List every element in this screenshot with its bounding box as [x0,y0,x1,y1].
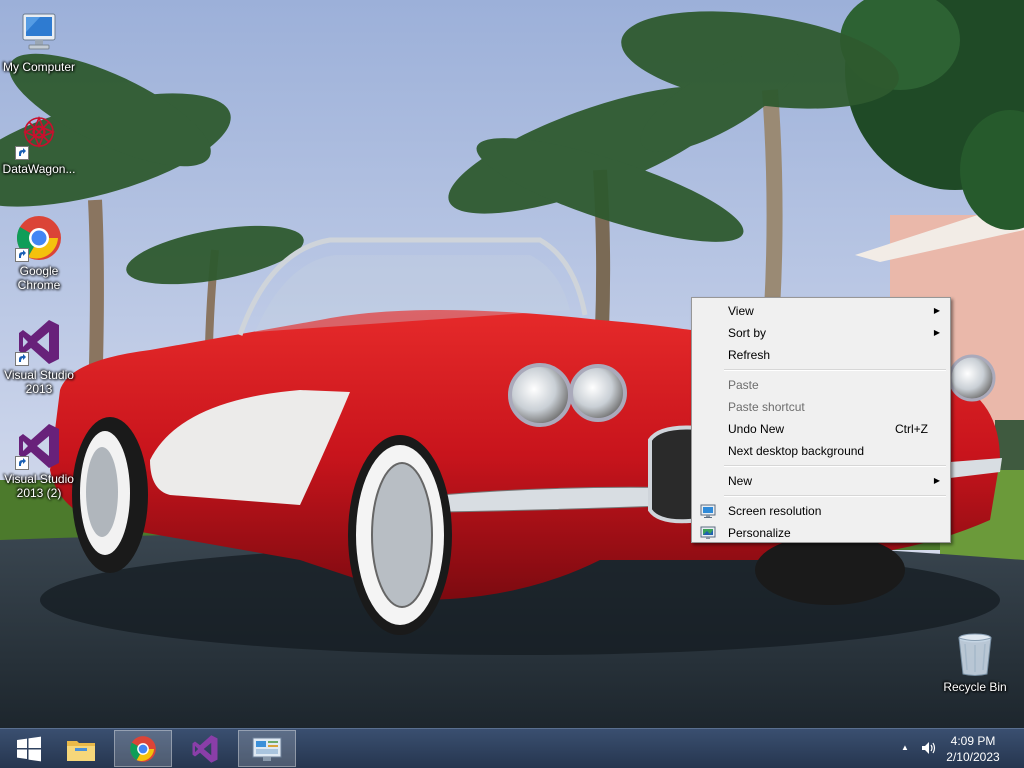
menu-item-personalize[interactable]: Personalize [694,522,948,544]
menu-item-label: Sort by [728,326,767,340]
show-hidden-icons-button[interactable]: ▲ [901,743,909,752]
submenu-arrow-icon: ▶ [933,476,940,485]
clock-time: 4:09 PM [950,734,996,748]
start-button[interactable] [0,730,58,767]
desktop-icon-label: Visual Studio 2013 [4,368,74,396]
datawagon-icon [15,112,63,160]
recycle-bin-icon [951,630,999,678]
start-icon [17,736,41,761]
computer-icon [15,10,63,58]
taskbar-google-chrome[interactable] [114,730,172,767]
menu-item-label: Paste [728,378,759,392]
menu-item-label: Screen resolution [728,504,822,518]
desktop-icon-label: Recycle Bin [943,680,1007,694]
control-panel-icon [252,737,282,761]
shortcut-arrow-icon [15,456,29,470]
desktop-icon-google-chrome[interactable]: Google Chrome [0,214,78,292]
visual-studio-icon [192,734,218,763]
visual-studio-icon [15,422,63,470]
desktop-icon-visual-studio-2013[interactable]: Visual Studio 2013 [0,318,78,396]
volume-icon[interactable] [920,740,938,759]
chrome-icon [15,214,63,262]
taskbar-file-explorer[interactable] [52,730,110,767]
menu-item-label: New [728,474,753,488]
desktop-icon-label: My Computer [2,60,76,74]
menu-separator [724,369,946,371]
taskbar-clock[interactable]: 4:09 PM 2/10/2023 [938,733,1008,765]
desktop-icon-visual-studio-2013-2[interactable]: Visual Studio 2013 (2) [0,422,78,500]
screen-resolution-icon [700,503,716,519]
menu-item-refresh[interactable]: Refresh [694,344,948,366]
taskbar-visual-studio[interactable] [176,730,234,767]
menu-separator [724,495,946,497]
desktop-icon-label: DataWagon... [2,162,76,176]
submenu-arrow-icon: ▶ [933,328,940,337]
taskbar-control-panel[interactable] [238,730,296,767]
menu-item-undo-new[interactable]: Undo New Ctrl+Z [694,418,948,440]
file-explorer-icon [67,740,95,761]
menu-item-new[interactable]: New ▶ [694,470,948,492]
desktop-icon-my-computer[interactable]: My Computer [0,10,78,74]
menu-item-view[interactable]: View ▶ [694,300,948,322]
desktop-context-menu: View ▶ Sort by ▶ Refresh Paste Paste sho… [691,297,951,543]
menu-item-paste: Paste [694,374,948,396]
menu-separator [724,465,946,467]
submenu-arrow-icon: ▶ [933,306,940,315]
desktop-icon-label: Google Chrome [17,264,61,292]
shortcut-arrow-icon [15,146,29,160]
visual-studio-icon [15,318,63,366]
desktop-icon-label: Visual Studio 2013 (2) [4,472,74,500]
menu-item-sort-by[interactable]: Sort by ▶ [694,322,948,344]
shortcut-arrow-icon [15,352,29,366]
desktop-icon-recycle-bin[interactable]: Recycle Bin [936,630,1014,694]
menu-item-label: Undo New [728,422,785,436]
taskbar: ▲ 4:09 PM 2/10/2023 [0,728,1024,768]
shortcut-arrow-icon [15,248,29,262]
desktop-icon-datawagon[interactable]: DataWagon... [0,112,78,176]
menu-item-paste-shortcut: Paste shortcut [694,396,948,418]
personalize-icon [700,525,716,541]
menu-item-label: Refresh [728,348,771,362]
menu-item-label: Personalize [728,526,791,540]
menu-item-label: View [728,304,754,318]
menu-item-screen-resolution[interactable]: Screen resolution [694,500,948,522]
clock-date: 2/10/2023 [946,750,1000,764]
menu-item-label: Next desktop background [728,444,865,458]
chrome-icon [130,735,156,762]
menu-item-next-desktop-background[interactable]: Next desktop background [694,440,948,462]
menu-item-shortcut-key: Ctrl+Z [895,422,928,436]
menu-item-label: Paste shortcut [728,400,805,414]
